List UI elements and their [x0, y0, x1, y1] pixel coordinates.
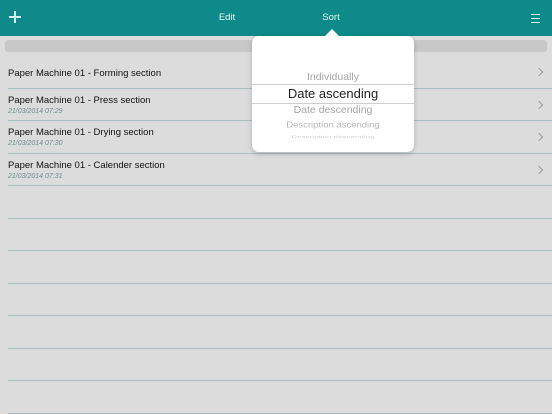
list-item-date: 21/03/2014 07:30: [8, 140, 63, 147]
sort-option-individually[interactable]: Individually: [252, 71, 414, 83]
list-item-date: 21/03/2014 07:29: [8, 107, 63, 115]
empty-row: [8, 284, 552, 316]
edit-button[interactable]: Edit: [210, 12, 244, 23]
chevron-right-icon: [534, 165, 544, 174]
picker-selection-line: [252, 84, 414, 85]
empty-row: [8, 381, 552, 414]
chevron-right-icon: [534, 100, 544, 109]
empty-row: [8, 316, 552, 349]
sort-button[interactable]: Sort: [314, 12, 348, 23]
empty-row: [8, 186, 552, 219]
hamburger-menu-icon[interactable]: [531, 14, 540, 24]
chevron-right-icon: [534, 67, 544, 77]
top-toolbar: Edit Sort: [0, 0, 552, 36]
popover-arrow: [325, 29, 339, 36]
sort-option-description-ascending[interactable]: Description ascending: [252, 121, 414, 130]
empty-row: [8, 251, 552, 284]
sort-popover: Individually Date ascending Date descend…: [252, 36, 414, 152]
empty-row: [8, 349, 552, 381]
sort-option-date-descending[interactable]: Date descending: [252, 104, 414, 116]
sort-option-description-descending[interactable]: Description descending: [252, 134, 414, 139]
list-item-title: Paper Machine 01 - Press section: [8, 94, 151, 106]
chevron-right-icon: [534, 132, 544, 142]
list-item-title: Paper Machine 01 - Calender section: [8, 159, 165, 171]
plus-icon[interactable]: [9, 11, 21, 23]
list-item-title: Paper Machine 01 - Forming section: [8, 68, 162, 79]
sort-option-date-ascending[interactable]: Date ascending: [252, 86, 414, 101]
list-item-title: Paper Machine 01 - Drying section: [8, 127, 154, 138]
empty-row: [8, 219, 552, 251]
list-item-date: 21/03/2014 07:31: [8, 172, 63, 180]
list-item[interactable]: Paper Machine 01 - Calender section 21/0…: [8, 154, 552, 186]
